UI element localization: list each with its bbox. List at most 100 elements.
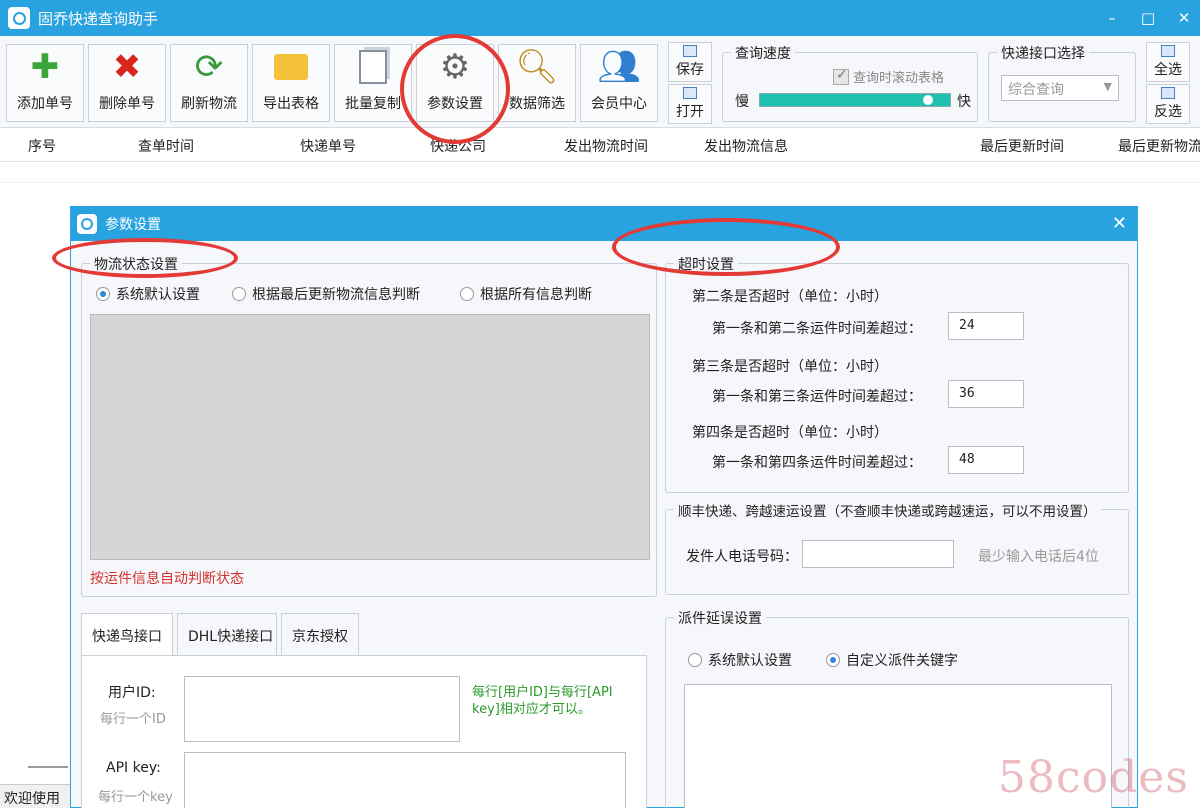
folder-export-icon [274, 54, 308, 80]
batch-copy-label: 批量复制 [345, 96, 401, 112]
phone-label: 发件人电话号码： [686, 549, 798, 565]
dialog-title: 参数设置 [105, 217, 161, 233]
app-title: 固乔快递查询助手 [38, 9, 159, 28]
radio-delay-default[interactable]: 系统默认设置 [688, 650, 792, 670]
timeout-heading: 第二条是否超时（单位：小时） [692, 289, 888, 305]
chevron-down-icon: ▼ [1103, 80, 1112, 93]
maximize-icon[interactable]: □ [1140, 9, 1156, 27]
column-header[interactable]: 序号 [28, 136, 56, 156]
slow-label: 慢 [735, 94, 749, 110]
radio-label: 根据最后更新物流信息判断 [252, 287, 420, 303]
member-center-label: 会员中心 [591, 96, 647, 112]
phone-input[interactable] [802, 540, 954, 568]
timeout-4-input[interactable]: 48 [948, 446, 1024, 474]
timeout-group: 超时设置 第二条是否超时（单位：小时） 第一条和第二条运件时间差超过： 24 第… [665, 254, 1129, 493]
speed-slider-thumb[interactable] [922, 95, 933, 105]
minimize-icon[interactable]: – [1104, 9, 1120, 27]
close-icon[interactable]: ✕ [1112, 213, 1127, 234]
export-table-button[interactable]: 导出表格 [252, 44, 330, 122]
open-icon [683, 87, 697, 99]
settings-label: 参数设置 [427, 96, 483, 112]
select-all-icon [1161, 45, 1175, 57]
api-key-label: API key: [106, 760, 161, 776]
column-header[interactable]: 快递单号 [300, 136, 356, 156]
settings-dialog: 参数设置 ✕ 物流状态设置 系统默认设置 根据最后更新物流信息判断 根据所有信息… [70, 206, 1138, 808]
title-bar: 固乔快递查询助手 – □ ✕ [0, 0, 1200, 36]
export-table-label: 导出表格 [263, 96, 319, 112]
api-key-textarea[interactable] [184, 752, 626, 808]
sf-settings-group: 顺丰快递、跨越速运设置（不查顺丰快递或跨越速运，可以不用设置） 发件人电话号码：… [665, 500, 1129, 595]
radio-delay-custom[interactable]: 自定义派件关键字 [826, 650, 958, 670]
member-center-button[interactable]: 👥︎ 会员中心 [580, 44, 658, 122]
table-header: 序号 查单时间 快递单号 快递公司 发出物流时间 发出物流信息 最后更新时间 最… [0, 128, 1200, 162]
timeout-label: 第一条和第二条运件时间差超过： [712, 321, 922, 337]
delete-tracking-button[interactable]: ✖ 删除单号 [88, 44, 166, 122]
data-filter-button[interactable]: 🔍︎ 数据筛选 [498, 44, 576, 122]
tab-jd[interactable]: 京东授权 [281, 613, 359, 655]
data-filter-label: 数据筛选 [509, 96, 565, 112]
watermark: 58codes [998, 752, 1189, 803]
checkbox-icon [833, 67, 849, 85]
user-id-sub: 每行一个ID [100, 712, 166, 727]
column-header[interactable]: 最后更新物流 [1118, 136, 1200, 156]
radio-icon [826, 653, 840, 667]
kdn-tab-panel: 用户ID: 每行一个ID 每行[用户ID]与每行[API key]相对应才可以。… [81, 655, 647, 808]
api-select-group: 快递接口选择 综合查询 ▼ [988, 43, 1136, 122]
user-id-label: 用户ID: [108, 685, 156, 701]
timeout-heading: 第三条是否超时（单位：小时） [692, 359, 888, 375]
logistics-status-title: 物流状态设置 [90, 254, 182, 274]
radio-icon [96, 287, 110, 301]
radio-system-default[interactable]: 系统默认设置 [96, 284, 200, 304]
timeout-3-input[interactable]: 36 [948, 380, 1024, 408]
magnifier-icon: 🔍︎ [515, 47, 559, 87]
timeout-title: 超时设置 [674, 254, 738, 274]
close-icon[interactable]: ✕ [1176, 9, 1192, 27]
column-header[interactable]: 快递公司 [430, 136, 486, 156]
row-divider [0, 182, 1200, 183]
status-bar: 欢迎使用 [0, 784, 80, 808]
delivery-delay-title: 派件延误设置 [674, 608, 766, 628]
timeout-2-input[interactable]: 24 [948, 312, 1024, 340]
radio-last-update[interactable]: 根据最后更新物流信息判断 [232, 284, 420, 304]
api-select-dropdown[interactable]: 综合查询 ▼ [1001, 75, 1119, 101]
radio-label: 根据所有信息判断 [480, 287, 592, 303]
api-key-sub: 每行一个key [98, 790, 173, 805]
radio-icon [232, 287, 246, 301]
select-all-button[interactable]: 全选 [1146, 42, 1190, 82]
open-button[interactable]: 打开 [668, 84, 712, 124]
refresh-icon: ⟳ [194, 47, 224, 87]
select-all-label: 全选 [1154, 62, 1182, 78]
column-header[interactable]: 查单时间 [138, 136, 194, 156]
settings-button[interactable]: ⚙ 参数设置 [416, 44, 494, 122]
phone-hint: 最少输入电话后4位 [978, 549, 1099, 565]
radio-all-info[interactable]: 根据所有信息判断 [460, 284, 592, 304]
invert-select-label: 反选 [1154, 104, 1182, 120]
column-header[interactable]: 最后更新时间 [980, 136, 1064, 156]
tab-dhl[interactable]: DHL快递接口 [177, 613, 277, 655]
add-tracking-button[interactable]: ✚ 添加单号 [6, 44, 84, 122]
save-button[interactable]: 保存 [668, 42, 712, 82]
status-rules-box [90, 314, 650, 560]
delete-x-icon: ✖ [112, 47, 142, 87]
window-controls: – □ ✕ [1104, 0, 1192, 36]
pairing-note: 每行[用户ID]与每行[API key]相对应才可以。 [472, 685, 613, 717]
scroll-table-checkbox[interactable]: 查询时滚动表格 [833, 67, 944, 86]
tab-kdn[interactable]: 快递鸟接口 [81, 613, 173, 657]
invert-select-icon [1161, 87, 1175, 99]
invert-select-button[interactable]: 反选 [1146, 84, 1190, 124]
column-header[interactable]: 发出物流时间 [564, 136, 648, 156]
save-icon [683, 45, 697, 57]
toolbar: ✚ 添加单号 ✖ 删除单号 ⟳ 刷新物流 导出表格 批量复制 ⚙ 参数设置 🔍︎… [0, 36, 1200, 128]
refresh-logistics-button[interactable]: ⟳ 刷新物流 [170, 44, 248, 122]
timeout-label: 第一条和第三条运件时间差超过： [712, 389, 922, 405]
gear-icon: ⚙ [439, 47, 471, 87]
users-icon: 👥︎ [597, 47, 641, 87]
radio-icon [688, 653, 702, 667]
column-header[interactable]: 发出物流信息 [704, 136, 788, 156]
radio-label: 系统默认设置 [708, 653, 792, 669]
user-id-textarea[interactable] [184, 676, 460, 742]
radio-label: 自定义派件关键字 [846, 653, 958, 669]
scrollbar-stub[interactable] [28, 766, 68, 772]
batch-copy-button[interactable]: 批量复制 [334, 44, 412, 122]
open-label: 打开 [676, 104, 704, 120]
